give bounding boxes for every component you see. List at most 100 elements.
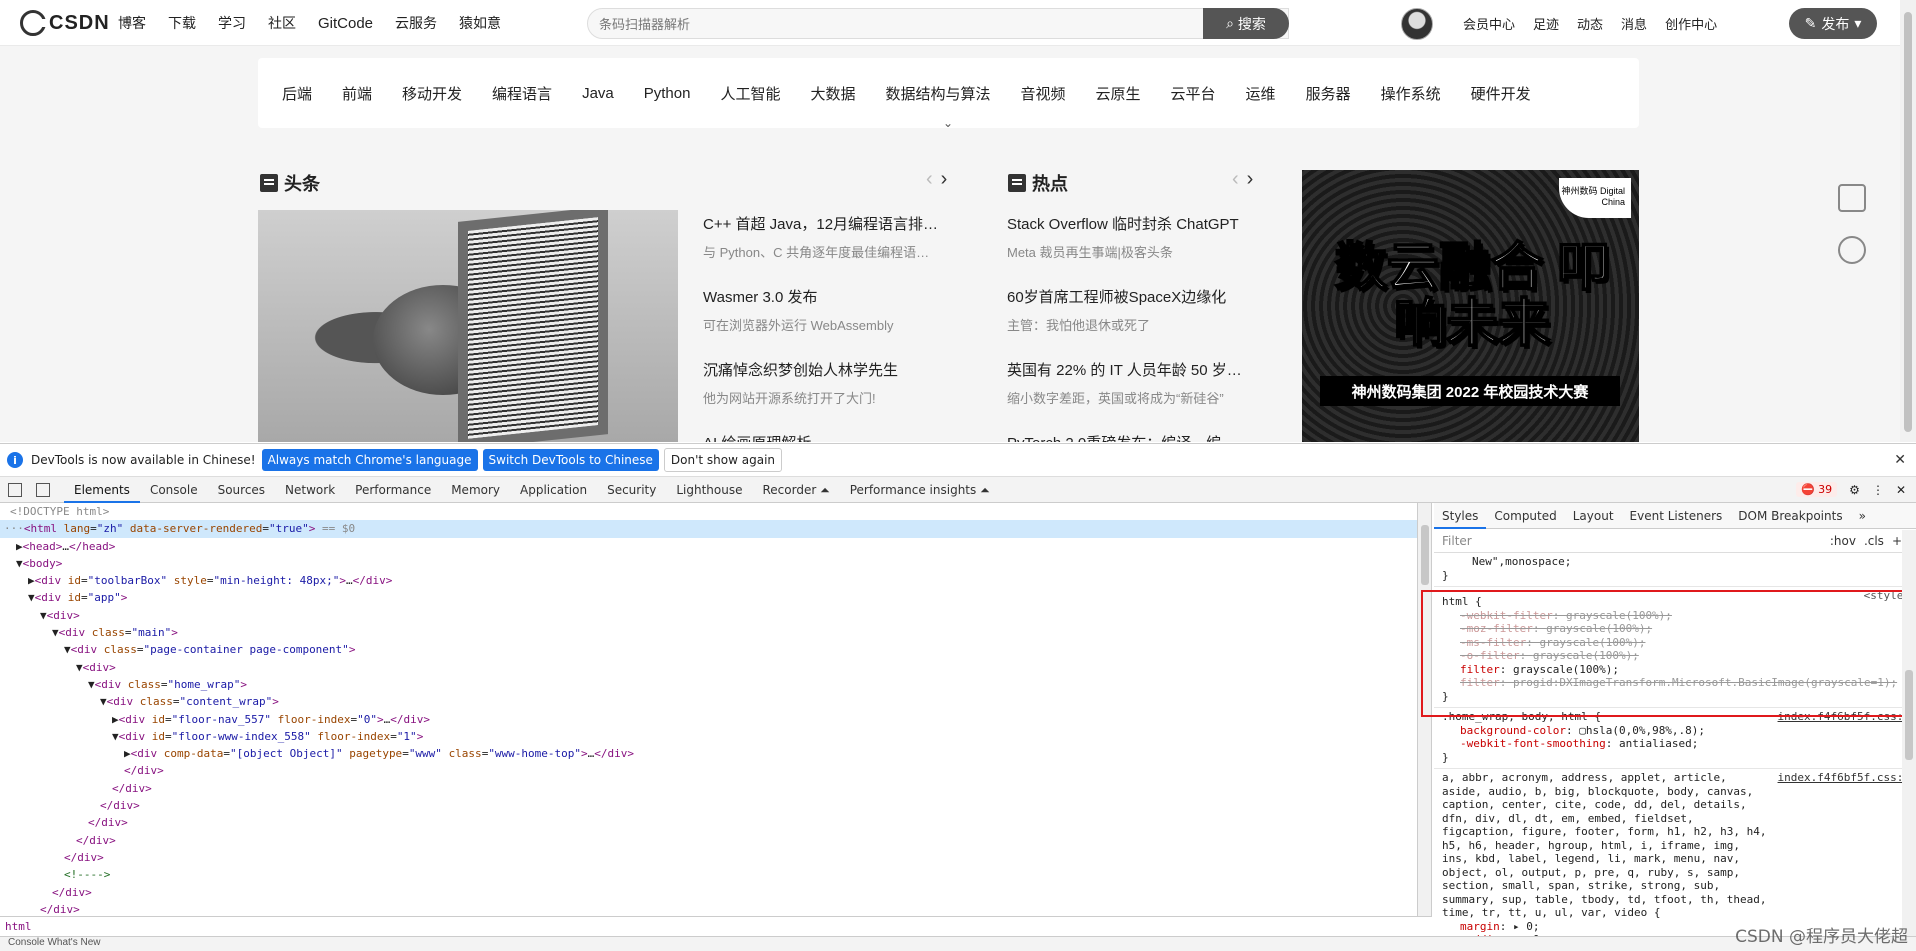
styles-subtab[interactable]: Event Listeners — [1622, 503, 1731, 529]
dom-node-line[interactable]: ▼<div id="app"> — [0, 589, 1417, 606]
devtools-tab[interactable]: Performance — [345, 477, 441, 503]
news-title[interactable]: PyTorch 2.0重磅发布：编译，编… — [1007, 432, 1267, 442]
filter-op[interactable]: :hov — [1830, 534, 1856, 548]
category-link[interactable]: 硬件开发 — [1471, 83, 1531, 104]
breadcrumb-html[interactable]: html — [5, 920, 32, 933]
styles-scrollbar-thumb[interactable] — [1905, 670, 1913, 760]
ad-banner[interactable]: 神州数码 Digital China 数云融合 叩响未来 神州数码集团 2022… — [1302, 170, 1639, 442]
devtools-tab[interactable]: Lighthouse — [666, 477, 752, 503]
category-link[interactable]: 服务器 — [1306, 83, 1351, 104]
filter-op[interactable]: .cls — [1864, 534, 1884, 548]
category-link[interactable]: 运维 — [1246, 83, 1276, 104]
property-value[interactable]: ▢hsla(0,0%,98%,.8); — [1579, 724, 1705, 737]
dom-node-line[interactable]: ▼<div> — [0, 607, 1417, 624]
category-link[interactable]: 前端 — [342, 83, 372, 104]
news-item[interactable]: Wasmer 3.0 发布 可在浏览器外运行 WebAssembly — [703, 286, 963, 334]
category-link[interactable]: 数据结构与算法 — [885, 83, 990, 104]
dom-node-line[interactable]: ▼<div class="content_wrap"> — [0, 693, 1417, 710]
publish-button[interactable]: ✎ 发布 ▾ — [1789, 8, 1877, 39]
settings-gear-icon[interactable]: ⚙ — [1849, 483, 1860, 497]
avatar[interactable] — [1401, 8, 1433, 40]
news-item[interactable]: C++ 首超 Java，12月编程语言排… 与 Python、C 共角逐年度最佳编… — [703, 213, 963, 261]
nav-item[interactable]: 下载 — [168, 13, 196, 33]
dom-node-line[interactable]: </div> — [0, 780, 1417, 797]
dom-node-line[interactable]: ▼<div class="page-container page-compone… — [0, 641, 1417, 658]
nav-item[interactable]: GitCode — [318, 15, 373, 32]
style-property[interactable]: background-color: ▢hsla(0,0%,98%,.8); — [1442, 724, 1908, 738]
dom-breadcrumb[interactable]: html — [0, 916, 1432, 936]
styles-subtab[interactable]: » — [1851, 503, 1874, 529]
style-rule[interactable]: index.f4f6bf5f.css:1 .home_wrap, body, ht… — [1434, 708, 1916, 769]
news-title[interactable]: 沉痛悼念织梦创始人林学先生 — [703, 359, 963, 380]
nav-item[interactable]: 猿如意 — [459, 13, 501, 33]
dom-node-line[interactable]: ▶<div comp-data="[object Object]" pagety… — [0, 745, 1417, 762]
devtools-tab[interactable]: Elements — [64, 477, 140, 503]
styles-scrollbar[interactable] — [1902, 530, 1916, 936]
dom-node-line[interactable]: <!DOCTYPE html> — [0, 503, 1417, 520]
news-title[interactable]: AI 绘画原理解析 — [703, 432, 963, 442]
dom-node-line[interactable]: ▶<div id="toolbarBox" style="min-height:… — [0, 572, 1417, 589]
news-item[interactable]: 沉痛悼念织梦创始人林学先生 他为网站开源系统打开了大门! — [703, 359, 963, 407]
category-link[interactable]: 云平台 — [1171, 83, 1216, 104]
style-rule[interactable]: index.f4f6bf5f.css:1 a, abbr, acronym, ad… — [1434, 769, 1916, 936]
category-link[interactable]: 大数据 — [810, 83, 855, 104]
nav-item[interactable]: 学习 — [218, 13, 246, 33]
user-nav-item[interactable]: 消息 — [1621, 14, 1647, 33]
dont-show-again-button[interactable]: Don't show again — [663, 448, 783, 472]
search-button[interactable]: ⌕ 搜索 — [1203, 8, 1289, 39]
elements-scrollbar-thumb[interactable] — [1421, 525, 1429, 585]
close-devtools-icon[interactable]: ✕ — [1896, 483, 1906, 497]
devtools-tab[interactable]: Recorder ⏶ — [753, 477, 840, 503]
styles-subtab[interactable]: Computed — [1486, 503, 1564, 529]
style-property[interactable]: New",monospace; — [1442, 555, 1908, 569]
style-property[interactable]: -webkit-font-smoothing: antialiased; — [1442, 737, 1908, 751]
category-link[interactable]: 云原生 — [1096, 83, 1141, 104]
news-item[interactable]: Stack Overflow 临时封杀 ChatGPT Meta 裁员再生事端|极… — [1007, 213, 1267, 261]
page-scrollbar-thumb[interactable] — [1904, 12, 1912, 432]
news-item[interactable]: 60岁首席工程师被SpaceX边缘化 主管：我怕他退休或死了 — [1007, 286, 1267, 334]
dom-node-line[interactable]: ▼<div class="home_wrap"> — [0, 676, 1417, 693]
user-nav-item[interactable]: 动态 — [1577, 14, 1603, 33]
styles-subtab[interactable]: DOM Breakpoints — [1730, 503, 1850, 529]
category-link[interactable]: 人工智能 — [720, 83, 780, 104]
news-item[interactable]: 英国有 22% 的 IT 人员年龄 50 岁… 缩小数字差距，英国或将成为“新硅谷… — [1007, 359, 1267, 407]
next-arrow-icon[interactable]: › — [1247, 168, 1254, 191]
devtools-tab[interactable]: Sources — [208, 477, 275, 503]
property-value[interactable]: antialiased; — [1619, 737, 1698, 750]
rule-source-link[interactable]: index.f4f6bf5f.css:1 — [1778, 771, 1910, 785]
style-rule[interactable]: New",monospace;} — [1434, 553, 1916, 587]
property-value[interactable]: ▸ 0; — [1513, 920, 1540, 933]
prev-arrow-icon[interactable]: ‹ — [926, 168, 933, 191]
headline-image[interactable] — [258, 210, 678, 442]
console-drawer[interactable]: Console What's New — [0, 936, 1916, 951]
nav-item[interactable]: 博客 — [118, 13, 146, 33]
close-icon[interactable]: ✕ — [1894, 452, 1906, 468]
category-link[interactable]: 编程语言 — [492, 83, 552, 104]
dom-node-line[interactable]: ▶<div id="floor-nav_557" floor-index="0"… — [0, 711, 1417, 728]
property-name[interactable]: -webkit-font-smoothing — [1460, 737, 1606, 750]
csdn-logo[interactable]: CSDN — [20, 10, 110, 36]
page-scrollbar[interactable] — [1900, 0, 1916, 442]
category-link[interactable]: 操作系统 — [1381, 83, 1441, 104]
dom-node-line[interactable]: </div> — [0, 901, 1417, 916]
dom-node-line[interactable]: ▼<div class="main"> — [0, 624, 1417, 641]
category-link[interactable]: 移动开发 — [402, 83, 462, 104]
dom-node-line[interactable]: </div> — [0, 849, 1417, 866]
news-title[interactable]: Wasmer 3.0 发布 — [703, 286, 963, 307]
filter-op[interactable]: + — [1892, 534, 1902, 548]
user-nav-item[interactable]: 创作中心 — [1665, 14, 1717, 33]
devtools-tab[interactable]: Security — [597, 477, 666, 503]
dom-node-line[interactable]: </div> — [0, 814, 1417, 831]
user-nav-item[interactable]: 会员中心 — [1463, 14, 1515, 33]
styles-subtab[interactable]: Styles — [1434, 503, 1487, 529]
switch-chinese-button[interactable]: Switch DevTools to Chinese — [482, 449, 659, 471]
dom-node-line[interactable]: ▼<div id="floor-www-index_558" floor-ind… — [0, 728, 1417, 745]
dom-node-line[interactable]: </div> — [0, 797, 1417, 814]
error-counter[interactable]: ⛔ 39 — [1795, 482, 1838, 497]
dom-node-line[interactable]: ▼<body> — [0, 555, 1417, 572]
category-link[interactable]: 音视频 — [1021, 83, 1066, 104]
news-title[interactable]: 英国有 22% 的 IT 人员年龄 50 岁… — [1007, 359, 1267, 380]
qrcode-icon[interactable] — [1838, 184, 1866, 212]
prev-arrow-icon[interactable]: ‹ — [1232, 168, 1239, 191]
news-item[interactable]: AI 绘画原理解析 — [703, 432, 963, 442]
